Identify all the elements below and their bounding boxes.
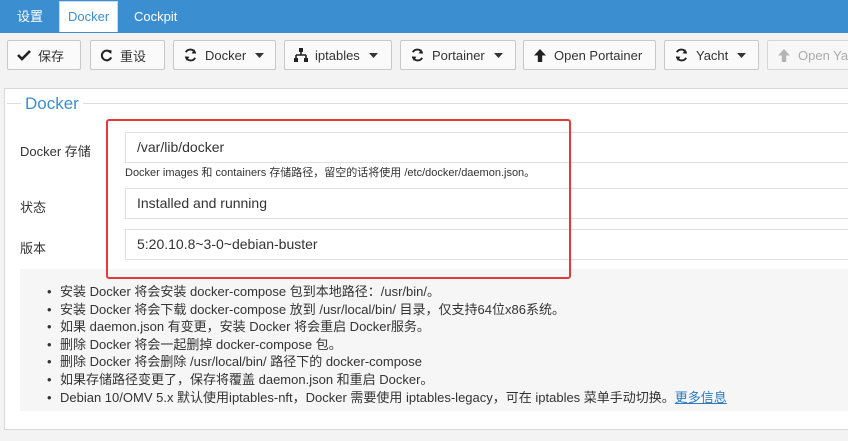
network-icon (294, 48, 308, 62)
tab-settings[interactable]: 设置 (17, 0, 43, 33)
iptables-menu-button[interactable]: iptables (284, 40, 392, 70)
arrow-up-icon (534, 48, 546, 62)
caret-down-icon (255, 52, 265, 58)
toolbar: 保存 重设 Docker iptables Portainer Open Por… (0, 33, 848, 79)
refresh-icon (411, 48, 424, 62)
version-label: 版本 (20, 241, 47, 256)
list-item-text: Debian 10/OMV 5.x 默认使用iptables-nft，Docke… (60, 389, 675, 405)
arrow-up-icon (778, 48, 790, 62)
legend-divider (7, 103, 848, 104)
storage-hint: Docker images 和 containers 存储路径，留空的话将使用 … (125, 167, 536, 179)
status-field: Installed and running (125, 188, 848, 219)
open-yacht-button[interactable]: Open Yac (767, 40, 848, 70)
open-portainer-label: Open Portainer (554, 47, 643, 63)
yacht-menu-button[interactable]: Yacht (664, 40, 759, 70)
list-item: 删除 Docker 将会一起删掉 docker-compose 包。 (47, 336, 727, 354)
list-item-last: Debian 10/OMV 5.x 默认使用iptables-nft，Docke… (47, 389, 727, 407)
list-item: 如果存储路径变更了，保存将覆盖 daemon.json 和重启 Docker。 (47, 371, 727, 389)
portainer-menu-label: Portainer (432, 47, 485, 63)
more-info-link[interactable]: 更多信息 (675, 390, 727, 405)
caret-down-icon (368, 52, 378, 58)
version-field: 5:20.10.8~3-0~debian-buster (125, 229, 848, 260)
tab-docker[interactable]: Docker (59, 1, 119, 32)
yacht-menu-label: Yacht (696, 47, 729, 63)
portainer-menu-button[interactable]: Portainer (400, 40, 516, 70)
check-icon (17, 50, 31, 61)
notes-box: 安装 Docker 将会安装 docker-compose 包到本地路径：/us… (20, 269, 848, 411)
save-label: 保存 (38, 48, 65, 64)
iptables-menu-label: iptables (315, 47, 360, 63)
caret-down-icon (737, 52, 747, 58)
undo-icon (100, 49, 113, 61)
list-item: 删除 Docker 将会删除 /usr/local/bin/ 路径下的 dock… (47, 353, 727, 371)
open-yacht-label: Open Yac (798, 47, 848, 63)
storage-label: Docker 存储 (20, 144, 91, 159)
reset-label: 重设 (120, 48, 147, 64)
refresh-icon (184, 48, 197, 62)
caret-down-icon (493, 52, 503, 58)
section-title: Docker (21, 94, 83, 114)
docker-menu-label: Docker (205, 47, 247, 63)
tab-cockpit[interactable]: Cockpit (134, 0, 177, 33)
docker-menu-button[interactable]: Docker (173, 40, 276, 70)
notes-list: 安装 Docker 将会安装 docker-compose 包到本地路径：/us… (47, 283, 727, 406)
open-portainer-button[interactable]: Open Portainer (523, 40, 656, 70)
storage-path-input[interactable]: /var/lib/docker (125, 132, 848, 163)
list-item: 如果 daemon.json 有变更，安装 Docker 将会重启 Docker… (47, 318, 727, 336)
list-item: 安装 Docker 将会下载 docker-compose 放到 /usr/lo… (47, 301, 727, 319)
save-button[interactable]: 保存 (7, 40, 81, 70)
list-item: 安装 Docker 将会安装 docker-compose 包到本地路径：/us… (47, 283, 727, 301)
refresh-icon (675, 48, 688, 62)
reset-button[interactable]: 重设 (90, 40, 165, 70)
status-label: 状态 (20, 200, 47, 215)
tab-bar: 设置 Docker Cockpit (0, 0, 848, 33)
